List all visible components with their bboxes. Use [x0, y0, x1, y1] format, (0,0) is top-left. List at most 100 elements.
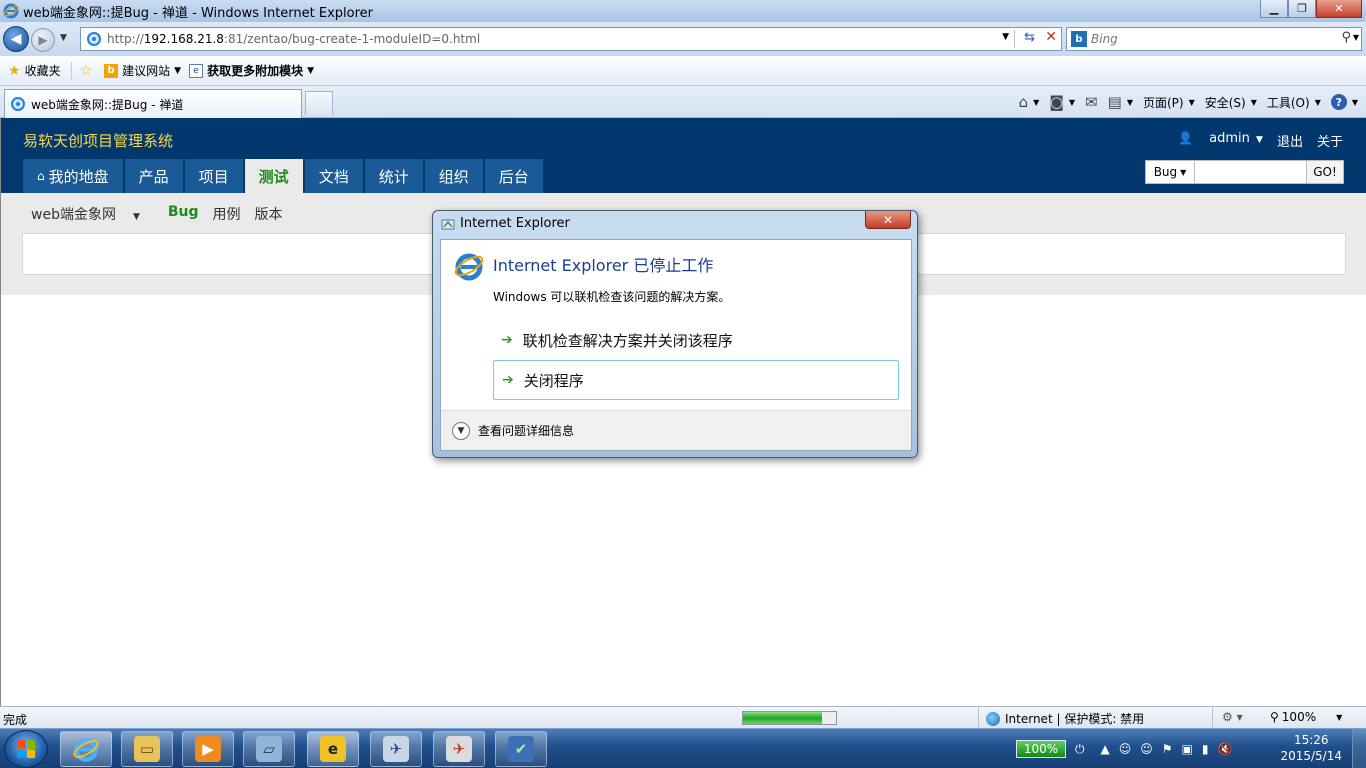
ie-crash-dialog: Internet Explorer ✕ Internet Explorer 已停… — [432, 210, 918, 458]
get-addons-button[interactable]: e 获取更多附加模块 ▼ — [189, 62, 314, 79]
qq-icon-2[interactable]: ☺ — [1140, 742, 1153, 756]
ie-logo-icon — [3, 3, 19, 19]
taskbar-explorer[interactable]: ▭ — [121, 731, 173, 767]
security-zone[interactable]: Internet | 保护模式: 禁用 — [986, 710, 1144, 727]
volume-muted-icon[interactable]: 🔇 — [1217, 742, 1232, 756]
add-favorite-icon: ☆ — [79, 62, 93, 79]
stop-icon[interactable]: ✕ — [1045, 29, 1057, 45]
address-bar[interactable]: http://192.168.21.8:81/zentao/bug-create… — [80, 27, 1062, 51]
close-window-button[interactable]: ✕ — [1316, 0, 1362, 18]
nav-product[interactable]: 产品 — [124, 159, 183, 193]
product-switcher[interactable]: web端金象网 ▼ — [31, 204, 154, 224]
forward-button[interactable]: ▶ — [31, 28, 55, 52]
nav-doc[interactable]: 文档 — [304, 159, 363, 193]
nav-my[interactable]: ⌂ 我的地盘 — [23, 159, 123, 193]
device-icon[interactable]: ▣ — [1182, 742, 1193, 756]
maximize-button[interactable]: ❐ — [1288, 0, 1316, 18]
about-link[interactable]: 关于 — [1317, 131, 1343, 150]
chevron-down-icon: ▼ — [132, 212, 140, 222]
zentao-header: 易软天创项目管理系统 👤 admin ▼ 退出 关于 ⌂ 我的地盘 产品 项目 测试… — [1, 118, 1366, 193]
user-menu[interactable]: 👤 admin ▼ — [1164, 131, 1263, 150]
add-to-favorites-button[interactable]: ☆ — [80, 63, 97, 79]
close-program-button[interactable]: ➔ 关闭程序 — [493, 360, 899, 400]
help-menu[interactable]: ? ▼ — [1330, 94, 1358, 110]
taskbar-satellite-app[interactable]: ✈ — [370, 731, 422, 767]
address-separator — [1014, 30, 1015, 48]
sub-nav-build[interactable]: 版本 — [255, 204, 283, 224]
page-favicon-icon — [87, 32, 101, 46]
back-arrow-icon: ◀ — [10, 31, 22, 47]
logout-link[interactable]: 退出 — [1277, 131, 1303, 150]
taskbar-clock[interactable]: 15:26 2015/5/14 — [1280, 732, 1342, 764]
address-dropdown-icon[interactable]: ▼ — [1002, 32, 1009, 42]
favorites-star-icon: ★ — [8, 62, 21, 79]
favorites-button[interactable]: ★ 收藏夹 — [8, 62, 61, 79]
user-name: admin — [1209, 131, 1250, 146]
suggested-sites-button[interactable]: b 建议网站 ▼ — [104, 62, 181, 79]
nav-admin[interactable]: 后台 — [484, 159, 543, 193]
taskbar-ie[interactable] — [60, 731, 112, 767]
dialog-close-button[interactable]: ✕ — [865, 211, 911, 229]
view-details-toggle[interactable]: ▼ 查看问题详细信息 — [441, 410, 911, 450]
search-icon[interactable]: ⚲ — [1341, 30, 1351, 45]
search-input[interactable]: Bing — [1091, 32, 1118, 46]
back-button[interactable]: ◀ — [3, 26, 29, 52]
qq-icon[interactable]: ☺ — [1119, 742, 1132, 756]
chevron-down-icon: ▼ — [307, 65, 315, 76]
zoom-level: 100% — [1281, 710, 1317, 724]
zoom-control[interactable]: ⚲ 100% ▼ — [1270, 710, 1342, 724]
show-desktop-button[interactable] — [1352, 729, 1366, 768]
nav-qa[interactable]: 测试 — [244, 159, 303, 193]
clock-date: 2015/5/14 — [1280, 749, 1342, 763]
search-box[interactable]: b Bing ⚲ ▼ — [1066, 27, 1362, 51]
search-type-select[interactable]: Bug ▼ — [1145, 160, 1195, 184]
new-tab-button[interactable] — [305, 91, 333, 115]
protected-mode-icon[interactable]: ⚙ ▾ — [1222, 710, 1243, 724]
minimize-button[interactable]: ▁ — [1260, 0, 1288, 18]
feeds-button[interactable]: ◙ ▼ — [1049, 93, 1075, 111]
media-player-icon: ▶ — [195, 736, 221, 762]
sub-nav-bug[interactable]: Bug — [168, 204, 199, 224]
start-button[interactable] — [4, 730, 48, 768]
search-go-button[interactable]: GO! — [1307, 160, 1344, 184]
home-button[interactable]: ⌂ ▼ — [1019, 93, 1040, 111]
nav-project[interactable]: 项目 — [184, 159, 243, 193]
action-center-flag-icon[interactable]: ⚑ — [1162, 742, 1173, 756]
windows-taskbar: ▭ ▶ ▱ e ✈ ✈ ✔ 100% ⏻ ▲ ☺ ☺ ⚑ ▣ ▮ 🔇 15:26… — [0, 728, 1366, 768]
quick-search-input[interactable] — [1195, 160, 1307, 184]
nav-report[interactable]: 统计 — [364, 159, 423, 193]
search-provider-icon: b — [1071, 31, 1087, 47]
print-button[interactable]: ▤ ▼ — [1108, 93, 1133, 111]
search-dropdown-icon[interactable]: ▼ — [1353, 33, 1359, 42]
refresh-icon[interactable]: ⇆ — [1024, 30, 1035, 45]
get-addons-label: 获取更多附加模块 — [207, 64, 304, 78]
safety-menu[interactable]: 安全(S) ▼ — [1205, 94, 1257, 111]
taskbar-notebook[interactable]: ▱ — [243, 731, 295, 767]
recent-pages-dropdown-icon[interactable]: ▼ — [60, 33, 67, 43]
power-plug-icon[interactable]: ⏻ — [1075, 742, 1085, 757]
globe-icon — [986, 711, 1000, 726]
zentao-brand[interactable]: 易软天创项目管理系统 — [23, 130, 173, 151]
chevron-down-icon: ▼ — [1033, 97, 1040, 107]
check-online-button[interactable]: ➔ 联机检查解决方案并关闭该程序 — [493, 320, 899, 360]
network-signal-icon[interactable]: ▮ — [1202, 742, 1209, 756]
dialog-titlebar: Internet Explorer — [441, 216, 570, 231]
page-menu-label: 页面(P) — [1142, 95, 1184, 110]
mail-button[interactable]: ✉ — [1085, 93, 1098, 111]
tab-current[interactable]: web端金象网::提Bug - 禅道 — [4, 89, 302, 118]
taskbar-satellite-app-2[interactable]: ✈ — [433, 731, 485, 767]
page-menu[interactable]: 页面(P) ▼ — [1143, 94, 1195, 111]
nav-company[interactable]: 组织 — [424, 159, 483, 193]
sub-nav-testcase[interactable]: 用例 — [213, 204, 241, 224]
checkmark-icon: ✔ — [508, 736, 534, 762]
taskbar-media-player[interactable]: ▶ — [182, 731, 234, 767]
show-hidden-icons[interactable]: ▲ — [1101, 742, 1110, 756]
address-url[interactable]: http://192.168.21.8:81/zentao/bug-create… — [107, 32, 480, 46]
battery-indicator[interactable]: 100% — [1016, 740, 1066, 758]
tools-menu[interactable]: 工具(O) ▼ — [1267, 94, 1321, 111]
help-icon: ? — [1330, 94, 1347, 110]
taskbar-check-app[interactable]: ✔ — [495, 731, 547, 767]
app-yellow-icon: e — [320, 736, 346, 762]
taskbar-app-yellow[interactable]: e — [307, 731, 359, 767]
user-icon: 👤 — [1178, 131, 1194, 145]
